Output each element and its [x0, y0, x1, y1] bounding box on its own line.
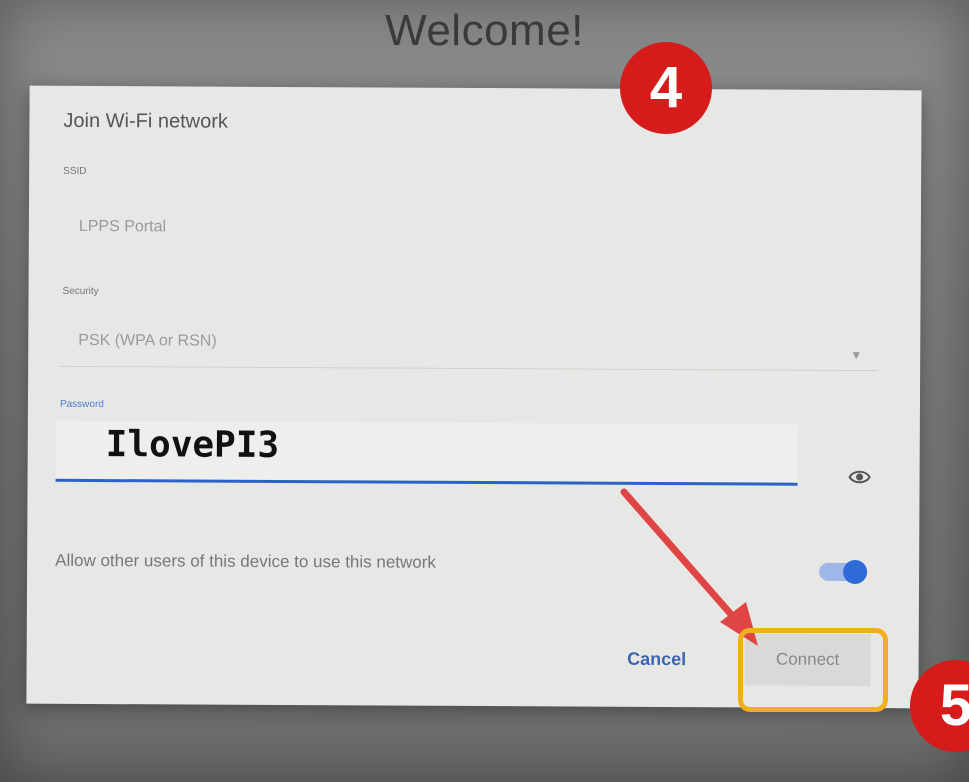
connect-highlight [738, 628, 888, 712]
step-badge-4: 4 [620, 42, 712, 134]
